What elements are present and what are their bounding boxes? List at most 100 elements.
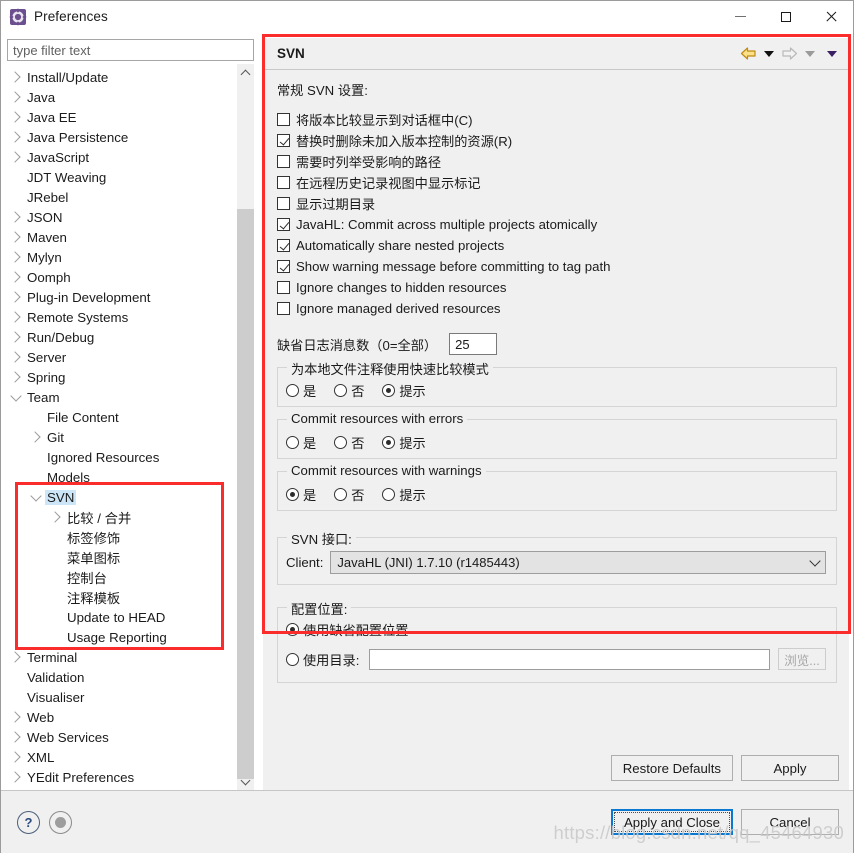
setting-checkbox-row[interactable]: 替换时删除未加入版本控制的资源(R) <box>277 130 837 151</box>
radio-icon[interactable] <box>382 384 396 397</box>
tree-scrollbar[interactable] <box>237 64 254 790</box>
sidebar-item[interactable]: JavaScript <box>7 147 237 167</box>
sidebar-item[interactable]: File Content <box>7 407 237 427</box>
sidebar-item[interactable]: SVN <box>7 487 237 507</box>
setting-checkbox-row[interactable]: Automatically share nested projects <box>277 235 837 256</box>
radio-icon[interactable] <box>334 488 348 501</box>
chevron-right-icon[interactable] <box>7 211 25 223</box>
setting-checkbox-row[interactable]: 将版本比较显示到对话框中(C) <box>277 109 837 130</box>
chevron-right-icon[interactable] <box>7 271 25 283</box>
sidebar-item[interactable]: 菜单图标 <box>7 547 237 567</box>
minimize-button[interactable] <box>718 1 763 32</box>
sidebar-item[interactable]: Web <box>7 707 237 727</box>
browse-button[interactable]: 浏览... <box>778 648 826 670</box>
checkbox-icon[interactable] <box>277 113 290 126</box>
help-icon[interactable]: ? <box>17 810 40 834</box>
chevron-right-icon[interactable] <box>7 731 25 743</box>
checkbox-icon[interactable] <box>277 197 290 210</box>
checkbox-icon[interactable] <box>277 260 290 273</box>
sidebar-item[interactable]: Git <box>7 427 237 447</box>
chevron-right-icon[interactable] <box>7 151 25 163</box>
chevron-right-icon[interactable] <box>7 291 25 303</box>
chevron-right-icon[interactable] <box>7 771 25 783</box>
sidebar-item[interactable]: Spring <box>7 367 237 387</box>
chevron-down-icon[interactable] <box>27 489 45 503</box>
sidebar-item[interactable]: Java EE <box>7 107 237 127</box>
chevron-right-icon[interactable] <box>27 431 45 443</box>
radio-icon[interactable] <box>286 384 299 397</box>
radio-icon[interactable] <box>286 488 299 501</box>
scroll-down-button[interactable] <box>237 773 254 790</box>
sidebar-item[interactable]: JDT Weaving <box>7 167 237 187</box>
sidebar-item[interactable]: Server <box>7 347 237 367</box>
radio-option[interactable]: 否 <box>334 433 364 452</box>
chevron-right-icon[interactable] <box>7 231 25 243</box>
close-button[interactable] <box>808 1 853 32</box>
setting-checkbox-row[interactable]: Ignore managed derived resources <box>277 298 837 319</box>
chevron-right-icon[interactable] <box>7 651 25 663</box>
scrollbar-thumb[interactable] <box>237 209 254 779</box>
sidebar-item[interactable]: Models <box>7 467 237 487</box>
checkbox-icon[interactable] <box>277 302 290 315</box>
setting-checkbox-row[interactable]: Ignore changes to hidden resources <box>277 277 837 298</box>
sidebar-item[interactable]: 注释模板 <box>7 587 237 607</box>
sidebar-item[interactable]: Ignored Resources <box>7 447 237 467</box>
sidebar-item[interactable]: Remote Systems <box>7 307 237 327</box>
chevron-down-icon[interactable] <box>7 389 25 403</box>
sidebar-item[interactable]: XML <box>7 747 237 767</box>
chevron-right-icon[interactable] <box>7 71 25 83</box>
search-input[interactable]: type filter text <box>7 39 254 61</box>
radio-option[interactable]: 提示 <box>382 485 426 504</box>
sidebar-item[interactable]: JRebel <box>7 187 237 207</box>
use-default-config-radio[interactable] <box>286 623 299 636</box>
setting-checkbox-row[interactable]: Show warning message before committing t… <box>277 256 837 277</box>
sidebar-item[interactable]: JSON <box>7 207 237 227</box>
sidebar-item[interactable]: Team <box>7 387 237 407</box>
sidebar-item[interactable]: YEdit Preferences <box>7 767 237 787</box>
checkbox-icon[interactable] <box>277 155 290 168</box>
scroll-up-button[interactable] <box>237 64 254 81</box>
chevron-right-icon[interactable] <box>7 111 25 123</box>
chevron-right-icon[interactable] <box>7 91 25 103</box>
sidebar-item[interactable]: 控制台 <box>7 567 237 587</box>
radio-icon[interactable] <box>382 488 396 501</box>
use-directory-radio[interactable] <box>286 652 299 666</box>
back-arrow-icon[interactable] <box>740 46 757 61</box>
restore-defaults-button[interactable]: Restore Defaults <box>610 755 733 781</box>
radio-icon[interactable] <box>334 436 348 449</box>
sidebar-item[interactable]: 标签修饰 <box>7 527 237 547</box>
setting-checkbox-row[interactable]: JavaHL: Commit across multiple projects … <box>277 214 837 235</box>
checkbox-icon[interactable] <box>277 281 290 294</box>
sidebar-item[interactable]: Install/Update <box>7 67 237 87</box>
directory-input[interactable] <box>369 648 770 670</box>
sidebar-item[interactable]: Oomph <box>7 267 237 287</box>
setting-checkbox-row[interactable]: 需要时列举受影响的路径 <box>277 151 837 172</box>
checkbox-icon[interactable] <box>277 176 290 189</box>
chevron-right-icon[interactable] <box>7 711 25 723</box>
radio-option[interactable]: 是 <box>286 433 316 452</box>
chevron-right-icon[interactable] <box>7 351 25 363</box>
setting-checkbox-row[interactable]: 显示过期目录 <box>277 193 837 214</box>
page-menu-chevron-down-icon[interactable] <box>827 50 837 57</box>
back-dropdown-chevron-down-icon[interactable] <box>764 50 774 57</box>
client-select[interactable]: JavaHL (JNI) 1.7.10 (r1485443) <box>330 551 826 574</box>
chevron-right-icon[interactable] <box>7 251 25 263</box>
radio-icon[interactable] <box>286 436 299 449</box>
checkbox-icon[interactable] <box>277 239 290 252</box>
radio-option[interactable]: 否 <box>334 381 364 400</box>
chevron-right-icon[interactable] <box>7 371 25 383</box>
sidebar-item[interactable]: Usage Reporting <box>7 627 237 647</box>
sidebar-item[interactable]: 比较 / 合并 <box>7 507 237 527</box>
chevron-right-icon[interactable] <box>7 311 25 323</box>
sidebar-item[interactable]: Run/Debug <box>7 327 237 347</box>
sidebar-item[interactable]: Java Persistence <box>7 127 237 147</box>
use-default-config-row[interactable]: 使用缺省配置位置 <box>278 608 836 639</box>
chevron-right-icon[interactable] <box>7 131 25 143</box>
sidebar-item[interactable]: Java <box>7 87 237 107</box>
sidebar-item[interactable]: Mylyn <box>7 247 237 267</box>
maximize-button[interactable] <box>763 1 808 32</box>
radio-option[interactable]: 提示 <box>382 381 426 400</box>
radio-option[interactable]: 是 <box>286 381 316 400</box>
checkbox-icon[interactable] <box>277 218 290 231</box>
radio-option[interactable]: 提示 <box>382 433 426 452</box>
